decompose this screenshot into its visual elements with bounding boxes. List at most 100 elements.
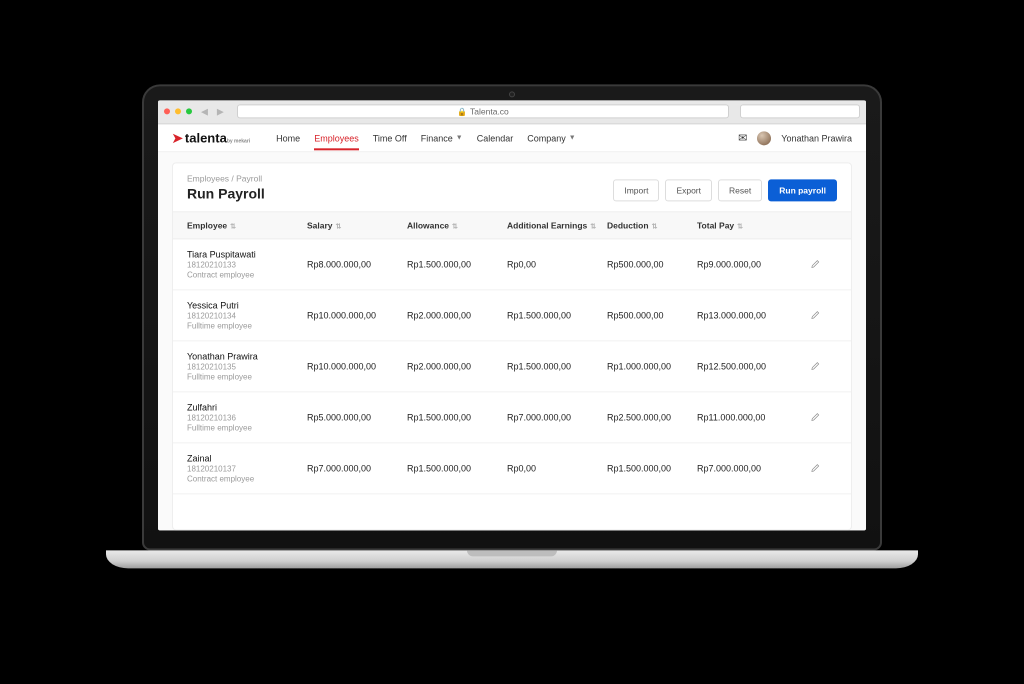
cell-salary: Rp7.000.000,00 [307, 463, 407, 473]
edit-row-button[interactable] [797, 411, 821, 424]
cell-allowance: Rp2.000.000,00 [407, 361, 507, 371]
reset-button[interactable]: Reset [718, 179, 762, 201]
cell-total: Rp9.000.000,00 [697, 259, 797, 269]
cell-salary: Rp5.000.000,00 [307, 412, 407, 422]
table-row: Zulfahri18120210136Fulltime employeeRp5.… [173, 392, 851, 443]
sort-icon: ⇅ [230, 223, 236, 230]
brand-name: talenta [185, 130, 227, 145]
address-bar[interactable]: 🔒 Talenta.co [237, 104, 729, 118]
edit-row-button[interactable] [797, 258, 821, 271]
brand-byline: by mekari [227, 138, 250, 144]
edit-row-button[interactable] [797, 360, 821, 373]
export-button[interactable]: Export [665, 179, 712, 201]
employee-name: Tiara Puspitawati [187, 249, 307, 259]
lock-icon: 🔒 [457, 107, 467, 116]
cell-allowance: Rp1.500.000,00 [407, 259, 507, 269]
cell-allowance: Rp1.500.000,00 [407, 463, 507, 473]
employee-name: Yessica Putri [187, 300, 307, 310]
cell-total: Rp7.000.000,00 [697, 463, 797, 473]
employee-id: 18120210137 [187, 464, 307, 473]
table-row: Yessica Putri18120210134Fulltime employe… [173, 290, 851, 341]
employee-name: Zulfahri [187, 402, 307, 412]
table-row: Zainal18120210137Contract employeeRp7.00… [173, 443, 851, 494]
cell-total: Rp12.500.000,00 [697, 361, 797, 371]
table-header: Employee⇅ Salary⇅ Allowance⇅ Additional … [173, 211, 851, 239]
page-title: Run Payroll [187, 185, 265, 201]
laptop-mock: ◀ ▶ 🔒 Talenta.co ➤ talenta by mekari [142, 84, 882, 568]
employee-id: 18120210136 [187, 413, 307, 422]
window-min-dot[interactable] [175, 108, 181, 114]
cell-deduction: Rp500.000,00 [607, 310, 697, 320]
employee-type: Fulltime employee [187, 372, 307, 381]
employee-name: Zainal [187, 453, 307, 463]
run-payroll-button[interactable]: Run payroll [768, 179, 837, 201]
cell-additional: Rp0,00 [507, 259, 607, 269]
brand-logo[interactable]: ➤ talenta by mekari [172, 130, 250, 146]
browser-search[interactable] [740, 104, 860, 118]
avatar[interactable] [757, 131, 771, 145]
col-total[interactable]: Total Pay⇅ [697, 220, 797, 230]
back-icon[interactable]: ◀ [201, 106, 208, 117]
cell-salary: Rp10.000.000,00 [307, 361, 407, 371]
cell-additional: Rp1.500.000,00 [507, 361, 607, 371]
import-button[interactable]: Import [613, 179, 659, 201]
cell-deduction: Rp1.000.000,00 [607, 361, 697, 371]
cell-allowance: Rp1.500.000,00 [407, 412, 507, 422]
cell-allowance: Rp2.000.000,00 [407, 310, 507, 320]
browser-chrome: ◀ ▶ 🔒 Talenta.co [158, 100, 866, 124]
sort-icon: ⇅ [652, 223, 658, 230]
nav-employees[interactable]: Employees [314, 126, 359, 150]
col-salary[interactable]: Salary⇅ [307, 220, 407, 230]
col-employee[interactable]: Employee⇅ [187, 220, 307, 230]
sort-icon: ⇅ [336, 223, 342, 230]
cell-total: Rp11.000.000,00 [697, 412, 797, 422]
payroll-card: Employees / Payroll Run Payroll Import E… [172, 162, 852, 530]
chevron-down-icon: ▼ [569, 134, 576, 141]
edit-row-button[interactable] [797, 309, 821, 322]
window-close-dot[interactable] [164, 108, 170, 114]
edit-row-button[interactable] [797, 462, 821, 475]
cell-additional: Rp1.500.000,00 [507, 310, 607, 320]
sort-icon: ⇅ [737, 223, 743, 230]
employee-id: 18120210135 [187, 362, 307, 371]
brand-mark-icon: ➤ [172, 130, 183, 146]
cell-deduction: Rp1.500.000,00 [607, 463, 697, 473]
employee-id: 18120210134 [187, 311, 307, 320]
address-url: Talenta.co [470, 106, 509, 116]
camera-dot [509, 91, 515, 97]
sort-icon: ⇅ [452, 223, 458, 230]
app-header: ➤ talenta by mekari Home Employees Time … [158, 124, 866, 152]
col-allowance[interactable]: Allowance⇅ [407, 220, 507, 230]
forward-icon[interactable]: ▶ [217, 106, 224, 117]
chevron-down-icon: ▼ [456, 134, 463, 141]
employee-name: Yonathan Prawira [187, 351, 307, 361]
laptop-base [106, 550, 918, 568]
table-row: Tiara Puspitawati18120210133Contract emp… [173, 239, 851, 290]
cell-additional: Rp0,00 [507, 463, 607, 473]
nav-company[interactable]: Company▼ [527, 126, 575, 150]
sort-icon: ⇅ [590, 223, 596, 230]
employee-type: Fulltime employee [187, 423, 307, 432]
employee-type: Contract employee [187, 270, 307, 279]
mail-icon[interactable]: ✉ [738, 131, 747, 144]
nav-calendar[interactable]: Calendar [477, 126, 514, 150]
table-row: Yonathan Prawira18120210135Fulltime empl… [173, 341, 851, 392]
nav-home[interactable]: Home [276, 126, 300, 150]
cell-total: Rp13.000.000,00 [697, 310, 797, 320]
col-deduction[interactable]: Deduction⇅ [607, 220, 697, 230]
employee-id: 18120210133 [187, 260, 307, 269]
nav-finance[interactable]: Finance▼ [421, 126, 463, 150]
current-user-name[interactable]: Yonathan Prawira [781, 133, 852, 143]
laptop-shadow [122, 0, 902, 22]
page-body: Employees / Payroll Run Payroll Import E… [158, 152, 866, 530]
col-additional[interactable]: Additional Earnings⇅ [507, 220, 607, 230]
employee-type: Fulltime employee [187, 321, 307, 330]
cell-deduction: Rp2.500.000,00 [607, 412, 697, 422]
nav-time-off[interactable]: Time Off [373, 126, 407, 150]
employee-type: Contract employee [187, 474, 307, 483]
cell-additional: Rp7.000.000,00 [507, 412, 607, 422]
laptop-bezel: ◀ ▶ 🔒 Talenta.co ➤ talenta by mekari [142, 84, 882, 550]
table-body: Tiara Puspitawati18120210133Contract emp… [173, 239, 851, 494]
window-max-dot[interactable] [186, 108, 192, 114]
breadcrumb[interactable]: Employees / Payroll [187, 173, 265, 183]
